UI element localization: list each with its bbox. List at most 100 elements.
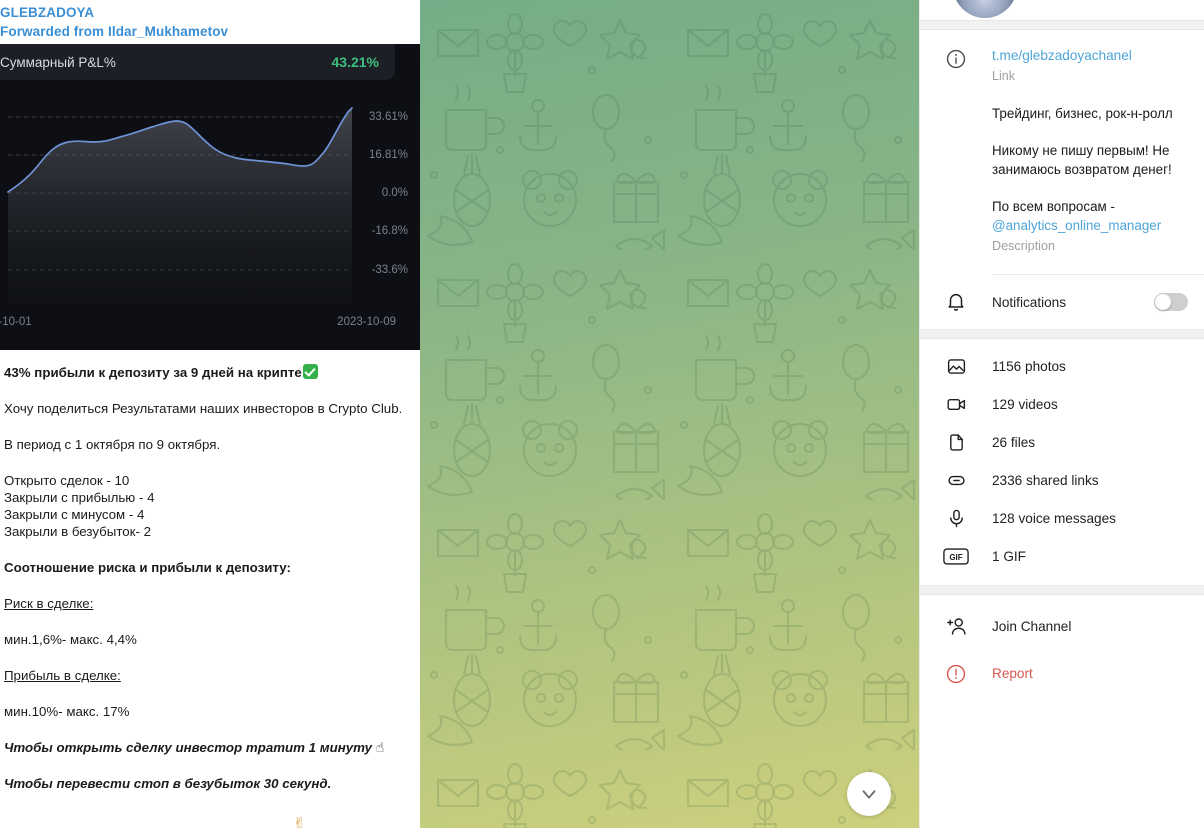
bell-icon-wrap	[920, 291, 992, 313]
video-icon	[946, 398, 965, 410]
sidebar-info-block: t.me/glebzadoyachanel Link Трейдинг, биз…	[920, 30, 1204, 329]
partial-emoji-cut: ✌	[293, 815, 306, 828]
gif-icon: GIF	[943, 547, 969, 565]
bell-icon	[948, 294, 964, 311]
media-label-files: 26 files	[992, 434, 1036, 450]
description-line-2: Никому не пишу первым! Не занимаюсь возв…	[992, 143, 1172, 177]
chat-wallpaper-pattern	[420, 0, 919, 828]
y-tick-4: -33.6%	[371, 264, 408, 276]
sidebar-section-separator-top	[920, 20, 1204, 30]
channel-info-sidebar: t.me/glebzadoyachanel Link Трейдинг, биз…	[919, 0, 1204, 828]
channel-link-label: Link	[992, 69, 1016, 83]
telegram-window: GLEBZADOYA Forwarded from Ildar_Mukhamet…	[0, 0, 1204, 828]
sidebar-actions-block: Join Channel Report	[920, 595, 1204, 697]
sidebar-section-separator-actions	[920, 585, 1204, 595]
sidebar-link-row[interactable]: t.me/glebzadoyachanel Link Трейдинг, биз…	[920, 30, 1204, 260]
avatar[interactable]	[953, 0, 1017, 18]
y-tick-3: -16.8%	[371, 225, 408, 237]
sidebar-section-separator-media	[920, 329, 1204, 339]
report-label: Report	[992, 666, 1033, 681]
add-user-icon-wrap	[920, 615, 992, 638]
forwarded-from-label[interactable]: Forwarded from Ildar_Mukhametov	[0, 22, 420, 41]
message-line-breakeven: Закрыли в безубыток- 2	[4, 524, 151, 539]
message-line-loss: Закрыли с минусом - 4	[4, 507, 145, 522]
description-label: Description	[992, 239, 1055, 253]
mic-icon-wrap	[920, 508, 992, 529]
media-label-voice: 128 voice messages	[992, 510, 1116, 526]
channel-name[interactable]: GLEBZADOYA	[0, 3, 420, 22]
media-row-links[interactable]: 2336 shared links	[920, 461, 1204, 499]
svg-text:GIF: GIF	[949, 552, 962, 561]
join-channel-row[interactable]: Join Channel	[920, 603, 1204, 650]
message-column: GLEBZADOYA Forwarded from Ildar_Mukhamet…	[0, 0, 420, 828]
gif-icon-wrap: GIF	[920, 547, 992, 566]
media-label-links: 2336 shared links	[992, 472, 1099, 488]
link-icon-wrap	[920, 470, 992, 491]
media-row-videos[interactable]: 129 videos	[920, 385, 1204, 423]
notifications-row[interactable]: Notifications	[920, 275, 1204, 329]
media-row-photos[interactable]: 1156 photos	[920, 347, 1204, 385]
message-line-risk-title: Риск в сделке:	[4, 596, 94, 611]
file-icon-wrap	[920, 432, 992, 453]
sidebar-link-text: t.me/glebzadoyachanel Link Трейдинг, биз…	[992, 46, 1188, 256]
pnl-summary-bar: Суммарный P&L% 43.21%	[0, 44, 395, 80]
media-row-gif[interactable]: GIF 1 GIF	[920, 537, 1204, 575]
description-prefix: По всем вопросам -	[992, 199, 1115, 214]
message-line-profit-title: Прибыль в сделке:	[4, 668, 121, 683]
chart-area-fill	[8, 108, 352, 304]
notifications-toggle[interactable]	[1154, 293, 1188, 311]
channel-link-value[interactable]: t.me/glebzadoyachanel	[992, 46, 1184, 65]
x-tick-end: 2023-10-09	[337, 316, 396, 328]
message-line-opened: Открыто сделок - 10	[4, 473, 130, 488]
point-up-emoji: ☝	[375, 739, 385, 755]
message-line-period: В период с 1 октября по 9 октября.	[4, 437, 221, 452]
add-user-icon	[946, 618, 966, 635]
description-line-1: Трейдинг, бизнес, рок-н-ролл	[992, 106, 1173, 121]
y-tick-0: 33.61%	[368, 111, 408, 123]
white-check-mark-icon	[302, 364, 318, 379]
media-row-files[interactable]: 26 files	[920, 423, 1204, 461]
mic-icon	[949, 509, 963, 527]
message-line-ratio-title: Соотношение риска и прибыли к депозиту:	[4, 560, 291, 575]
join-channel-label: Join Channel	[992, 619, 1072, 634]
alert-icon	[946, 664, 966, 683]
info-icon-wrap	[920, 46, 992, 70]
pnl-label: Суммарный P&L%	[0, 54, 116, 70]
link-icon	[947, 475, 965, 485]
y-tick-1: 16.81%	[368, 149, 408, 161]
info-icon	[946, 49, 966, 69]
alert-icon-wrap	[920, 663, 992, 685]
photo-icon	[947, 358, 965, 374]
notifications-label: Notifications	[992, 294, 1067, 310]
file-icon	[949, 433, 963, 451]
message-line-intro: Хочу поделиться Результатами наших инвес…	[4, 401, 403, 416]
chevron-down-icon	[862, 790, 876, 799]
message-line-headline: 43% прибыли к депозиту за 9 дней на крип…	[4, 364, 412, 381]
message-line-profit-range: мин.10%- макс. 17%	[4, 704, 130, 719]
pnl-chart-card[interactable]: Суммарный P&L% 43.21% 33.61% 16.81% 0.0%…	[0, 44, 420, 350]
toggle-knob	[1155, 294, 1171, 310]
report-row[interactable]: Report	[920, 650, 1204, 697]
media-label-photos: 1156 photos	[992, 358, 1066, 374]
message-line-open-time: Чтобы открыть сделку инвестор тратит 1 м…	[4, 739, 385, 755]
media-row-voice[interactable]: 128 voice messages	[920, 499, 1204, 537]
y-tick-2: 0.0%	[381, 187, 408, 199]
x-tick-start: 3-10-01	[0, 316, 32, 328]
scroll-to-bottom-button[interactable]	[847, 772, 891, 816]
avatar-strip	[920, 0, 1204, 20]
chat-background	[420, 0, 919, 828]
sidebar-media-block: 1156 photos 129 videos 26 files 2336 sha…	[920, 339, 1204, 585]
photo-icon-wrap	[920, 356, 992, 377]
message-line-stop-time: Чтобы перевести стоп в безубыток 30 секу…	[4, 776, 332, 791]
chart-x-axis: 3-10-01 2023-10-09	[0, 316, 420, 332]
message-line-profit: Закрыли с прибылью - 4	[4, 490, 155, 505]
message-text: 43% прибыли к депозиту за 9 дней на крип…	[0, 350, 420, 828]
description-line-3: По всем вопросам - @analytics_online_man…	[992, 197, 1184, 235]
description-mention-link[interactable]: @analytics_online_manager	[992, 218, 1161, 233]
forward-header: GLEBZADOYA Forwarded from Ildar_Mukhamet…	[0, 0, 420, 41]
chart-y-axis: 33.61% 16.81% 0.0% -16.8% -33.6%	[352, 80, 412, 313]
media-label-gif: 1 GIF	[992, 548, 1026, 564]
video-icon-wrap	[920, 394, 992, 415]
media-label-videos: 129 videos	[992, 396, 1058, 412]
message-line-risk-range: мин.1,6%- макс. 4,4%	[4, 632, 137, 647]
